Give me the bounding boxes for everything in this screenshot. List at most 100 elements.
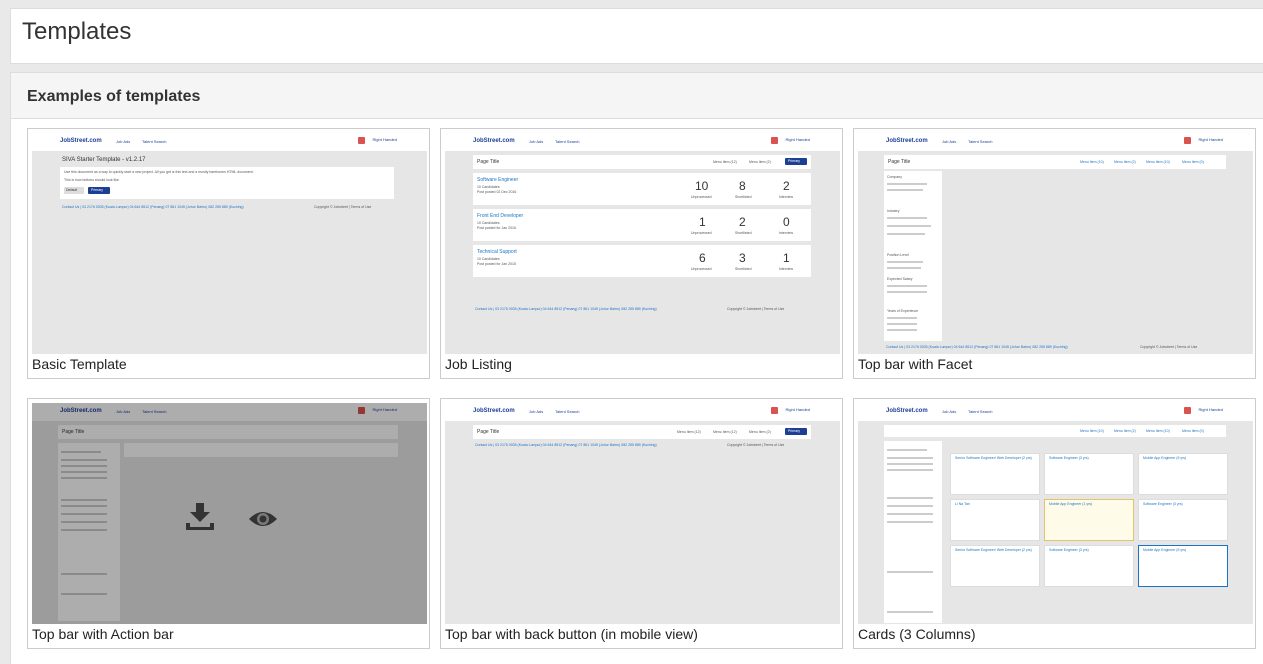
mini-body-text: Use this document as a way to quickly st… xyxy=(64,170,254,174)
mini-facet-sidebar: Company Industry Position Level Expected… xyxy=(884,171,942,341)
mini-tab: Menu Item (10) xyxy=(1080,429,1104,433)
mini-topbar: JobStreet.com Job Ads Talent Search Righ… xyxy=(858,403,1253,421)
mini-nav-job-ads: Job Ads xyxy=(529,139,544,144)
page-title: Templates xyxy=(22,18,132,45)
mini-col-label: Unprocessed xyxy=(691,231,712,235)
mini-nav-talent-search: Talent Search xyxy=(968,139,993,144)
mini-page-title: Page Title xyxy=(477,159,500,165)
mini-primary-button: Primary xyxy=(785,158,807,165)
mini-heading: SIVA Starter Template - v1.2.17 xyxy=(62,157,146,163)
mini-facet-group: Years of Experience xyxy=(887,309,919,313)
mini-primary-button: Primary xyxy=(88,187,110,194)
mini-result-card: Senior Software Engineer/ Web Developer … xyxy=(950,545,1040,587)
mini-tab-3: Menu Item (2) xyxy=(749,430,771,434)
mini-job-row: Technical Support 10 Candidates Post pos… xyxy=(473,245,811,277)
mini-user: Right Handed xyxy=(1198,137,1223,142)
mini-facet-sidebar xyxy=(884,441,942,623)
mini-primary-button: Primary xyxy=(785,428,807,435)
mini-card-title: Software Engineer (3 yrs) xyxy=(1143,502,1183,506)
mini-nav-job-ads: Job Ads xyxy=(942,409,957,414)
download-icon[interactable] xyxy=(184,501,216,531)
mini-tab: Menu Item (10) xyxy=(1146,160,1170,164)
mini-count-unprocessed: 1 xyxy=(699,215,706,229)
mini-card-title: Software Engineer (3 yrs) xyxy=(1049,548,1089,552)
mini-logo: JobStreet.com xyxy=(60,138,102,144)
template-card-facet[interactable]: JobStreet.com Job Ads Talent Search Righ… xyxy=(853,128,1256,379)
mini-tab-2: Menu Item (2) xyxy=(749,160,771,164)
mini-job-title: Software Engineer xyxy=(477,177,519,183)
mini-result-card: Software Engineer (3 yrs) xyxy=(1044,453,1134,495)
mini-result-card: Software Engineer (3 yrs) xyxy=(1044,545,1134,587)
hover-overlay xyxy=(32,403,427,624)
mini-topbar: JobStreet.com Job Ads Talent Search Righ… xyxy=(445,403,840,421)
mini-logo: JobStreet.com xyxy=(473,408,515,414)
mini-tab: Menu Item (0) xyxy=(1182,429,1204,433)
mini-copyright: Copyright © Jobstreet | Terms of Use xyxy=(727,443,785,447)
mini-job-title: Front End Developer xyxy=(477,213,524,219)
mini-tab-1: Menu Item (12) xyxy=(713,160,737,164)
template-card-label: Basic Template xyxy=(32,356,127,372)
mini-card-title: Mobile App Engineer (1 yrs) xyxy=(1049,502,1093,506)
template-card-3-columns[interactable]: JobStreet.com Job Ads Talent Search Righ… xyxy=(853,398,1256,649)
eye-icon[interactable] xyxy=(247,509,279,529)
mini-notification-icon xyxy=(1184,407,1191,414)
template-thumbnail: JobStreet.com Job Ads Talent Search Righ… xyxy=(858,403,1253,624)
mini-col-label: Interview xyxy=(779,231,794,235)
mini-job-meta: 10 Candidates xyxy=(477,257,500,261)
mini-col-label: Shortlisted xyxy=(735,267,752,271)
mini-tab: Menu Item (0) xyxy=(1182,160,1204,164)
mini-count-shortlisted: 2 xyxy=(739,215,746,229)
mini-logo: JobStreet.com xyxy=(886,138,928,144)
template-card-back-button[interactable]: JobStreet.com Job Ads Talent Search Righ… xyxy=(440,398,843,649)
mini-count-unprocessed: 6 xyxy=(699,251,706,265)
mini-topbar: JobStreet.com Job Ads Talent Search Righ… xyxy=(445,133,840,151)
mini-nav-talent-search: Talent Search xyxy=(555,409,580,414)
mini-col-label: Interview xyxy=(779,195,794,199)
mini-page-header: Page Title Menu Item (12) Menu Item (2) … xyxy=(473,155,811,169)
mini-copyright: Copyright © Jobstreet | Terms of Use xyxy=(314,205,372,209)
mini-facet-group: Company xyxy=(887,175,902,179)
mini-col-label: Unprocessed xyxy=(691,195,712,199)
mini-count-interview: 0 xyxy=(783,215,790,229)
mini-result-card: Li Na Tan xyxy=(950,499,1040,541)
mini-tab: Menu Item (2) xyxy=(1114,429,1136,433)
mini-card-title: Senior Software Engineer/ Web Developer … xyxy=(955,456,1032,460)
mini-result-card: Senior Software Engineer/ Web Developer … xyxy=(950,453,1040,495)
mini-result-card: Mobile App Engineer (5 yrs) xyxy=(1138,453,1228,495)
mini-footer: Contact Us | 03 2176 0035 (Kuala Lumpur)… xyxy=(475,443,657,447)
mini-card-title: Software Engineer (3 yrs) xyxy=(1049,456,1089,460)
mini-notification-icon xyxy=(771,407,778,414)
mini-facet-group: Expected Salary xyxy=(887,277,913,281)
panel-header: Examples of templates xyxy=(11,73,1263,119)
page-header: Templates xyxy=(10,8,1263,64)
mini-job-row: Front End Developer 10 Candidates Post p… xyxy=(473,209,811,241)
mini-card-title: Mobile App Engineer (5 yrs) xyxy=(1143,456,1187,460)
template-card-label: Cards (3 Columns) xyxy=(858,626,976,642)
template-card-job-listing[interactable]: JobStreet.com Job Ads Talent Search Righ… xyxy=(440,128,843,379)
template-thumbnail: JobStreet.com Job Ads Talent Search Righ… xyxy=(32,133,427,354)
mini-copyright: Copyright © Jobstreet | Terms of Use xyxy=(727,307,785,311)
template-card-basic[interactable]: JobStreet.com Job Ads Talent Search Righ… xyxy=(27,128,430,379)
mini-job-row: Software Engineer 10 Candidates Post pos… xyxy=(473,173,811,205)
mini-notification-icon xyxy=(771,137,778,144)
mini-content-box: Use this document as a way to quickly st… xyxy=(60,167,394,199)
mini-result-card: Mobile App Engineer (1 yrs) xyxy=(1044,499,1134,541)
mini-col-label: Interview xyxy=(779,267,794,271)
mini-job-meta: 10 Candidates xyxy=(477,221,500,225)
mini-footer: Contact Us | 03 2176 0035 (Kuala Lumpur)… xyxy=(475,307,657,311)
mini-count-interview: 1 xyxy=(783,251,790,265)
mini-result-card: Mobile App Engineer (5 yrs) xyxy=(1138,545,1228,587)
template-thumbnail: JobStreet.com Job Ads Talent Search Righ… xyxy=(445,403,840,624)
mini-card-title: Mobile App Engineer (5 yrs) xyxy=(1143,548,1187,552)
mini-default-button: Default xyxy=(64,187,84,194)
mini-user: Right Handed xyxy=(785,137,810,142)
mini-card-title: Senior Software Engineer/ Web Developer … xyxy=(955,548,1032,552)
mini-page-header: Page Title Menu Item (12) Menu Item (12)… xyxy=(473,425,811,439)
mini-col-label: Shortlisted xyxy=(735,231,752,235)
template-thumbnail: JobStreet.com Job Ads Talent Search Righ… xyxy=(32,403,427,624)
mini-count-interview: 2 xyxy=(783,179,790,193)
section-title: Examples of templates xyxy=(27,88,201,105)
mini-page-title: Page Title xyxy=(888,159,911,165)
template-card-action-bar[interactable]: JobStreet.com Job Ads Talent Search Righ… xyxy=(27,398,430,649)
mini-count-unprocessed: 10 xyxy=(695,179,709,193)
